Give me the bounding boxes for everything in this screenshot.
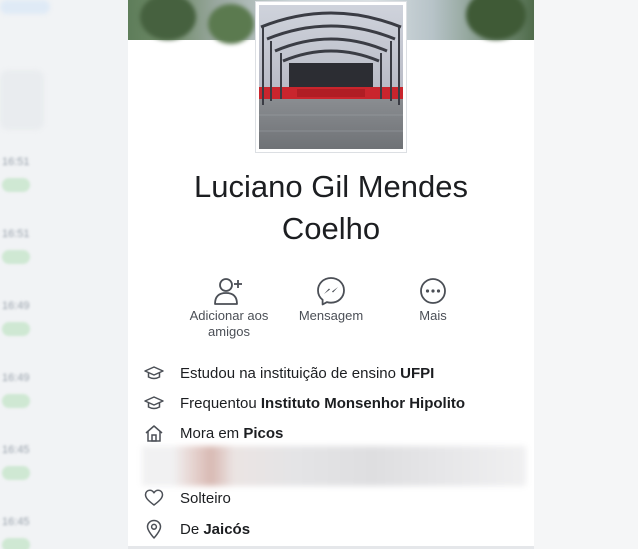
messenger-icon [317,277,345,306]
location-pin-icon [146,519,162,539]
heart-icon [144,489,164,506]
profile-name: Luciano Gil Mendes Coelho [128,166,534,250]
hometown-prefix: De [180,520,204,538]
info-residence-text: Mora em Picos [180,425,283,442]
info-education-text: Estudou na instituição de ensino UFPI [180,365,434,382]
profile-name-line2: Coelho [281,211,381,246]
background-chat-list: 16:51 16:51 16:49 16:49 16:45 16:45 [0,0,128,549]
info-relationship-text: Solteiro [180,489,231,507]
info-row-school[interactable]: Frequentou Instituto Monsenhor Hipolito [128,388,534,418]
education-prefix: Estudou na instituição de ensino [180,364,401,382]
add-friend-icon [214,278,242,305]
add-friend-button[interactable]: Adicionar aos amigos [179,266,279,340]
profile-name-line1: Luciano Gil Mendes [194,169,468,204]
school-link[interactable]: Instituto Monsenhor Hipolito [261,395,465,412]
more-icon [420,278,446,304]
residence-city-link[interactable]: Picos [243,425,283,442]
education-school-link[interactable]: UFPI [400,365,434,382]
info-row-relationship: Solteiro [128,483,534,513]
info-school-text: Frequentou Instituto Monsenhor Hipolito [180,395,465,412]
redacted-info-row [142,446,526,486]
add-friend-label-line2: amigos [208,324,250,339]
graduation-cap-icon [144,366,164,380]
hometown-link[interactable]: Jaicós [203,521,250,538]
graduation-cap-icon [144,396,164,410]
info-row-hometown[interactable]: De Jaicós [128,514,534,544]
message-label: Mensagem [298,308,364,323]
profile-picture-image [259,5,403,149]
profile-card: Luciano Gil Mendes Coelho Adicionar aos … [128,0,534,549]
info-row-residence[interactable]: Mora em Picos [128,418,534,448]
more-label: Mais [419,308,447,323]
add-friend-label: Adicionar aos amigos [179,308,279,340]
residence-prefix: Mora em [180,424,244,442]
info-row-education[interactable]: Estudou na instituição de ensino UFPI [128,358,534,388]
profile-actions: Adicionar aos amigos Mensagem Mais [128,266,534,340]
profile-picture[interactable] [255,1,407,153]
school-prefix: Frequentou [180,394,261,412]
more-button[interactable]: Mais [383,266,483,324]
home-icon [145,425,163,442]
background-right [534,0,638,549]
message-button[interactable]: Mensagem [281,266,381,324]
add-friend-label-line1: Adicionar aos [189,308,269,323]
info-hometown-text: De Jaicós [180,521,250,538]
